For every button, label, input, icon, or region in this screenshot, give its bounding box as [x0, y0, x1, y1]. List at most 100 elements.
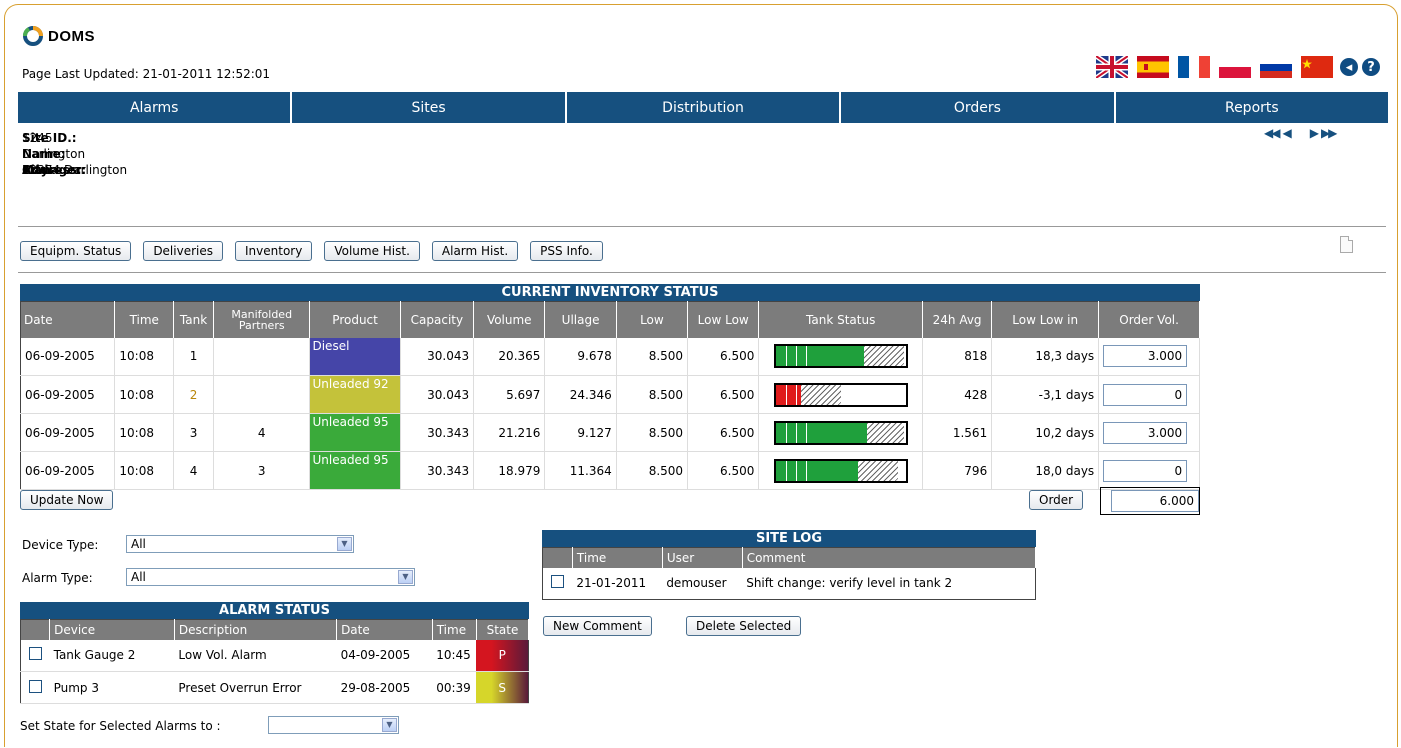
avg-cell: 796 [922, 451, 993, 490]
table-row: 06-09-2005 10:08 3 4 Unleaded 95 30.343 21.216… [20, 413, 1200, 452]
column-header: State [476, 619, 530, 640]
document-icon[interactable] [1340, 236, 1353, 253]
volume-cell: 20.365 [473, 337, 546, 376]
tab-deliveries[interactable]: Deliveries [143, 241, 223, 261]
tank-level-bar [773, 458, 908, 483]
chevron-down-icon: ▼ [398, 570, 413, 584]
state-badge: S [476, 671, 529, 704]
column-header: Volume [473, 301, 546, 338]
ullage-cell: 24.346 [544, 375, 617, 414]
order-total-value: 6.000 [1111, 490, 1199, 512]
table-row: 21-01-2011 demouser Shift change: verify l… [543, 568, 1036, 600]
time-cell: 10:08 [114, 337, 175, 376]
date-cell: 29-08-2005 [336, 671, 433, 704]
nav-orders[interactable]: Orders [841, 92, 1114, 123]
alarm-type-select[interactable]: All ▼ [126, 568, 415, 586]
order-volume-input[interactable]: 3.000 [1103, 345, 1188, 368]
avg-cell: 428 [922, 375, 993, 414]
tank-level-fill [775, 460, 858, 481]
nav-sites[interactable]: Sites [292, 92, 565, 123]
volume-cell: 5.697 [473, 375, 546, 414]
tank-cell: 4 [173, 451, 214, 490]
device-type-value: All [131, 537, 146, 551]
table-row: 06-09-2005 10:08 4 3 Unleaded 95 30.343 18.979… [20, 451, 1200, 490]
flag-spain-icon[interactable] [1137, 56, 1169, 78]
row-checkbox[interactable] [28, 679, 42, 693]
logo: DOMS [22, 25, 95, 47]
level-tick [805, 460, 807, 481]
next-page-icon[interactable]: ▶ [1310, 126, 1319, 140]
divider [18, 226, 1386, 227]
level-tick [795, 422, 797, 443]
new-comment-button[interactable]: New Comment [543, 616, 652, 636]
order-volume-input[interactable]: 3.000 [1103, 421, 1188, 444]
state-badge: P [476, 639, 529, 672]
main-nav: Alarms Sites Distribution Orders Reports [18, 92, 1389, 123]
time-cell: 21-01-2011 [576, 576, 647, 591]
low-cell: 8.500 [616, 375, 689, 414]
set-state-select[interactable]: ▼ [268, 716, 399, 734]
column-header: User [662, 547, 743, 568]
row-checkbox[interactable] [28, 647, 42, 661]
order-volume-cell: 0 [1098, 451, 1200, 490]
description-cell: Low Vol. Alarm [174, 639, 337, 672]
table-row: 06-09-2005 10:08 2 Unleaded 92 30.043 5.697 24… [20, 375, 1200, 414]
level-tick [795, 346, 797, 367]
tank-status-cell [758, 413, 923, 452]
prev-page-icon[interactable]: ◀ [1282, 126, 1291, 140]
tank-status-cell [758, 375, 923, 414]
chevron-down-icon: ▼ [337, 537, 352, 551]
time-cell: 00:39 [432, 671, 477, 704]
lowlow-cell: 6.500 [687, 375, 760, 414]
device-type-select[interactable]: All ▼ [126, 535, 354, 553]
set-state-label: Set State for Selected Alarms to : [20, 719, 221, 733]
checkbox-header [20, 619, 51, 640]
help-icon[interactable]: ? [1362, 58, 1380, 76]
tank-level-bar [773, 382, 908, 407]
lowlow-in-cell: 18,3 days [991, 337, 1100, 376]
back-icon[interactable]: ◂ [1340, 58, 1358, 76]
order-button[interactable]: Order [1029, 490, 1084, 510]
flag-poland-icon[interactable] [1219, 56, 1251, 78]
date-cell: 06-09-2005 [20, 337, 116, 376]
checkbox-cell [543, 568, 573, 600]
delete-selected-button[interactable]: Delete Selected [686, 616, 802, 636]
flag-russia-icon[interactable] [1260, 56, 1292, 78]
column-header: Device [49, 619, 175, 640]
last-page-icon[interactable]: ▶▶ [1321, 126, 1338, 140]
site-log-caption: SITE LOG [542, 530, 1036, 547]
order-volume-input[interactable]: 0 [1103, 383, 1188, 406]
nav-reports[interactable]: Reports [1115, 92, 1389, 123]
capacity-cell: 30.343 [400, 451, 475, 490]
tab-pss-info[interactable]: PSS Info. [530, 241, 603, 261]
nav-alarms[interactable]: Alarms [18, 92, 291, 123]
lowlow-cell: 6.500 [687, 451, 760, 490]
nav-distribution[interactable]: Distribution [566, 92, 840, 123]
flag-france-icon[interactable] [1178, 56, 1210, 78]
tank-level-fill [775, 384, 801, 405]
brand-name: DOMS [48, 27, 95, 45]
product-cell: Unleaded 92 [309, 375, 401, 414]
column-header: Date [20, 301, 116, 338]
update-now-button[interactable]: Update Now [20, 490, 114, 510]
help-icons: ◂ ? [1340, 58, 1380, 76]
flag-uk-icon[interactable] [1096, 56, 1128, 78]
tank-cell: 3 [173, 413, 214, 452]
row-checkbox[interactable] [551, 575, 565, 589]
tab-volume-hist[interactable]: Volume Hist. [324, 241, 420, 261]
flag-china-icon[interactable] [1301, 56, 1333, 78]
time-cell: 10:45 [432, 639, 477, 672]
device-type-label: Device Type: [22, 538, 99, 552]
device-cell: Tank Gauge 2 [49, 639, 175, 672]
low-cell: 8.500 [616, 337, 689, 376]
first-page-icon[interactable]: ◀◀ [1264, 126, 1281, 140]
tab-inventory[interactable]: Inventory [235, 241, 313, 261]
tab-alarm-hist[interactable]: Alarm Hist. [431, 241, 519, 261]
ullage-cell: 9.127 [544, 413, 617, 452]
tab-equipm-status[interactable]: Equipm. Status [20, 241, 132, 261]
column-header: Time [572, 547, 663, 568]
site-log-table: SITE LOG Time User Comment 21-01-2011 demou… [542, 530, 1037, 600]
order-volume-input[interactable]: 0 [1103, 459, 1188, 482]
capacity-cell: 30.043 [400, 375, 475, 414]
column-header: Order Vol. [1098, 301, 1200, 338]
